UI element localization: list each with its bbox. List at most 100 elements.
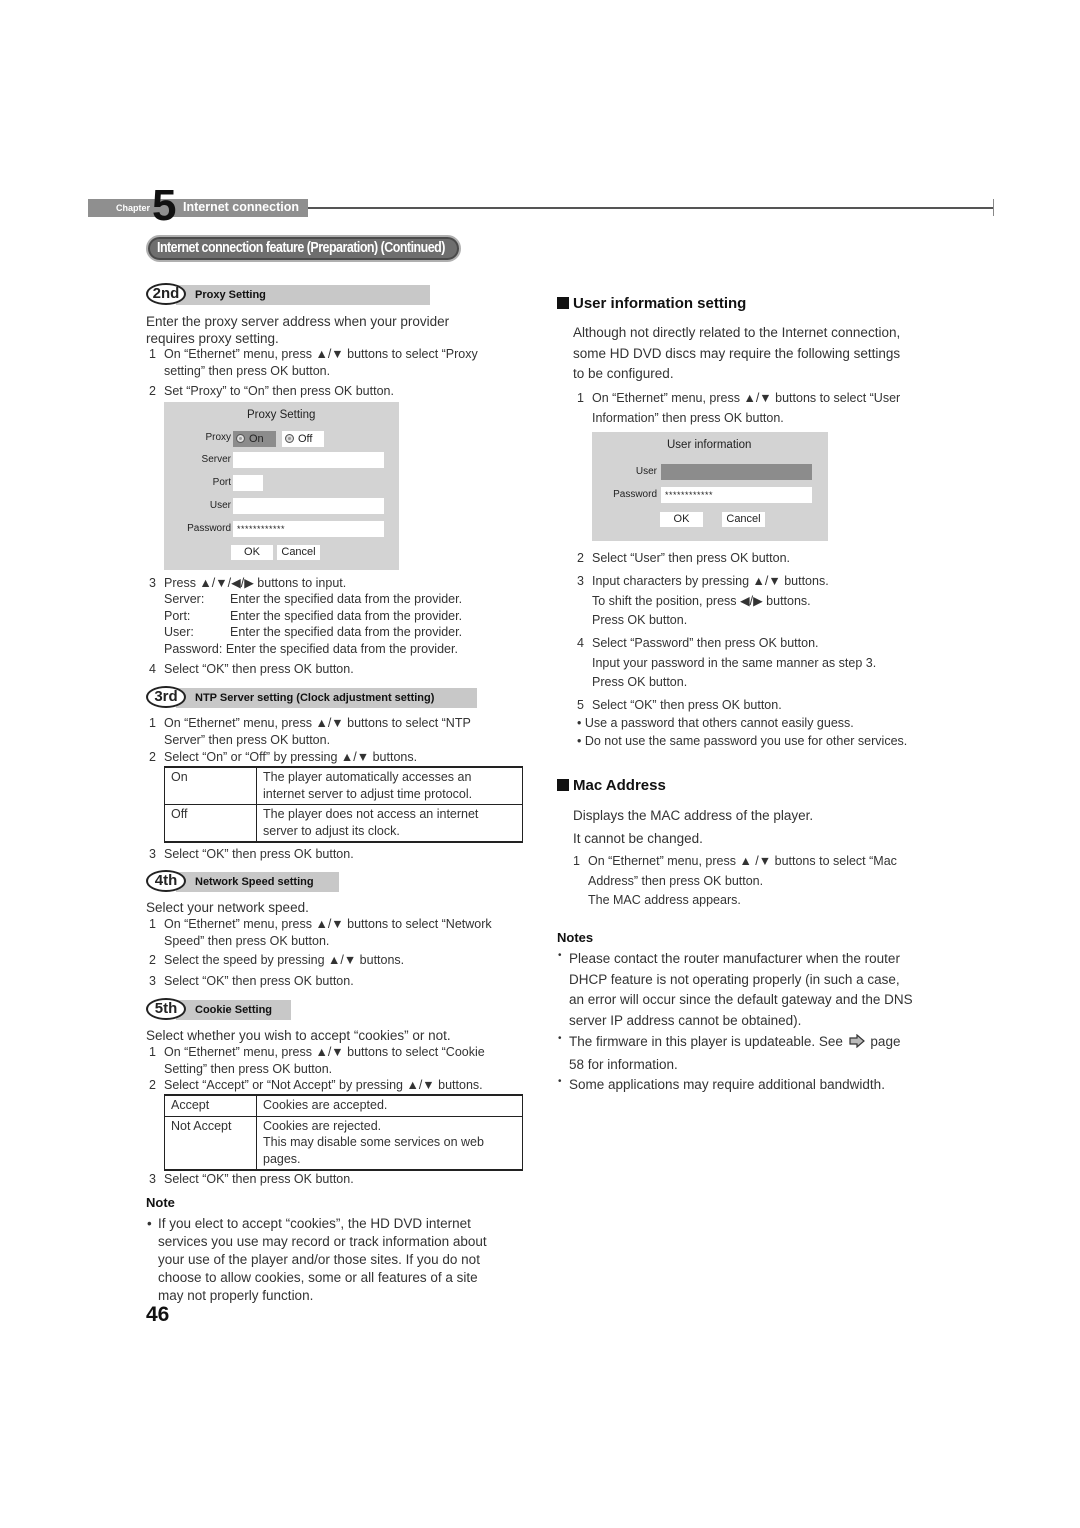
item-text: Select the speed by pressing ▲/▼ buttons… (164, 953, 405, 967)
step-badge: 4th (146, 870, 186, 892)
step-title: Proxy Setting (195, 289, 266, 301)
item-text: On “Ethernet” menu, press ▲/▼ buttons to… (164, 347, 478, 378)
user-info-intro: Although not directly related to the Int… (573, 325, 901, 382)
item-number: 3 (149, 974, 156, 988)
item-text: Select “OK” then press OK button. (164, 662, 354, 676)
chapter-label: Chapter (116, 203, 151, 213)
item-number: 1 (149, 1045, 156, 1059)
bullet-item: • Use a password that others cannot easi… (577, 716, 854, 730)
password-label: Password (613, 489, 657, 500)
header-rule (308, 207, 994, 209)
option-name: Accept (164, 1094, 257, 1117)
proxy-intro: Enter the proxy server address when your… (146, 313, 449, 347)
proxy-label: Proxy (205, 432, 231, 443)
field-help-list: Server: Enter the specified data from the… (164, 591, 462, 657)
help-row: Password: Enter the specified data from … (164, 641, 458, 656)
user-info-bullets: • Use a password that others cannot easi… (577, 714, 907, 750)
proxy-on-radio[interactable]: On (233, 431, 276, 447)
radio-icon (285, 434, 294, 443)
option-desc: Cookies are accepted. (256, 1094, 523, 1117)
notes-list: • Please contact the router manufacturer… (557, 949, 913, 1096)
chapter-number: 5 (152, 181, 177, 230)
item-number: 1 (149, 917, 156, 931)
square-bullet-icon (557, 297, 569, 309)
user-field[interactable] (233, 498, 384, 514)
item-number: 2 (149, 384, 156, 398)
option-desc: The player does not access an internet se… (256, 804, 523, 843)
help-row: Server: Enter the specified data from the… (164, 592, 463, 606)
chapter-title: Internet connection (183, 200, 299, 214)
help-row: Port: Enter the specified data from the p… (164, 608, 463, 623)
password-field[interactable]: ************ (233, 521, 384, 537)
ok-button[interactable]: OK (660, 512, 703, 527)
item-number: 2 (149, 750, 156, 764)
header-rule-end (993, 199, 994, 216)
item-text: On “Ethernet” menu, press ▲/▼ buttons to… (592, 391, 901, 425)
table-row: Off The player does not access an intern… (164, 804, 523, 843)
item-text: Select “OK” then press OK button. (164, 974, 354, 988)
item-text: On “Ethernet” menu, press ▲/▼ buttons to… (164, 716, 471, 747)
ok-button[interactable]: OK (231, 545, 273, 560)
speed-intro: Select your network speed. (146, 900, 309, 915)
note-bullet-icon: • (147, 1216, 152, 1231)
section-title: Internet connection feature (Preparation… (157, 240, 445, 256)
radio-icon (236, 434, 245, 443)
option-name: Not Accept (164, 1115, 257, 1171)
item-text: Select “OK” then press OK button. (164, 1172, 354, 1186)
note-item: • The firmware in this player is updatea… (558, 1032, 901, 1072)
section-heading-mac: Mac Address (557, 777, 666, 794)
table-row: Accept Cookies are accepted. (164, 1094, 523, 1117)
item-number: 1 (573, 854, 580, 868)
bullet-item: • Do not use the same password you use f… (577, 734, 908, 748)
step-badge: 2nd (146, 283, 186, 305)
proxy-setting-dialog: Proxy Setting Proxy On Off Server Port U… (164, 402, 399, 570)
cancel-button[interactable]: Cancel (722, 512, 765, 527)
ntp-options-table: On The player automatically accesses an i… (164, 766, 523, 843)
dialog-title: User information (667, 439, 752, 451)
cookie-options-table: Accept Cookies are accepted. Not Accept … (164, 1094, 523, 1171)
step-title: Cookie Setting (195, 1004, 273, 1016)
note-item: • Please contact the router manufacturer… (558, 950, 913, 1029)
step-badge: 5th (146, 998, 186, 1020)
table-row: On The player automatically accesses an i… (164, 766, 523, 805)
option-desc: The player automatically accesses an inte… (256, 766, 523, 805)
step-badge: 3rd (146, 686, 186, 708)
page-reference-link[interactable]: page (870, 1034, 900, 1049)
item-text: Select “OK” then press OK button. (164, 847, 354, 861)
item-text: Select “Password” then press OK button. I… (592, 636, 877, 689)
item-number: 3 (149, 1172, 156, 1186)
cancel-button[interactable]: Cancel (277, 545, 320, 560)
table-row: Not Accept Cookies are rejected. This may… (164, 1115, 523, 1171)
page-number: 46 (146, 1303, 170, 1326)
password-field[interactable]: ************ (661, 487, 812, 503)
item-number: 1 (577, 391, 584, 405)
square-bullet-icon (557, 779, 569, 791)
step-title: NTP Server setting (Clock adjustment set… (195, 692, 435, 704)
item-number: 2 (149, 1078, 156, 1092)
option-name: Off (164, 804, 257, 843)
item-text: Select “On” or “Off” by pressing ▲/▼ but… (164, 750, 418, 764)
proxy-off-radio[interactable]: Off (282, 431, 324, 447)
user-information-dialog: User information User Password *********… (592, 432, 828, 541)
step-title: Network Speed setting (195, 876, 314, 888)
item-number: 1 (149, 347, 156, 361)
item-number: 4 (149, 662, 156, 676)
mac-intro: Displays the MAC address of the player. … (573, 808, 814, 846)
dialog-title: Proxy Setting (247, 409, 316, 421)
section-heading-user-info: User information setting (557, 295, 746, 312)
page-reference-arrow-icon (849, 1033, 865, 1055)
server-field[interactable] (233, 452, 384, 468)
item-text: Press ▲/▼/◀/▶ buttons to input. (164, 576, 347, 590)
note-text: If you elect to accept “cookies”, the HD… (158, 1216, 487, 1303)
item-number: 2 (149, 953, 156, 967)
user-label: User (635, 466, 657, 477)
item-text: On “Ethernet” menu, press ▲/▼ buttons to… (164, 917, 492, 948)
item-number: 3 (149, 576, 156, 590)
user-field[interactable] (661, 464, 812, 480)
item-text: On “Ethernet” menu, press ▲ /▼ buttons t… (588, 854, 897, 907)
text-line: requires proxy setting. (146, 331, 279, 346)
port-field[interactable] (233, 475, 263, 491)
item-number: 3 (149, 847, 156, 861)
cookie-intro: Select whether you wish to accept “cooki… (146, 1028, 451, 1043)
text-line: Enter the proxy server address when your… (146, 314, 450, 329)
